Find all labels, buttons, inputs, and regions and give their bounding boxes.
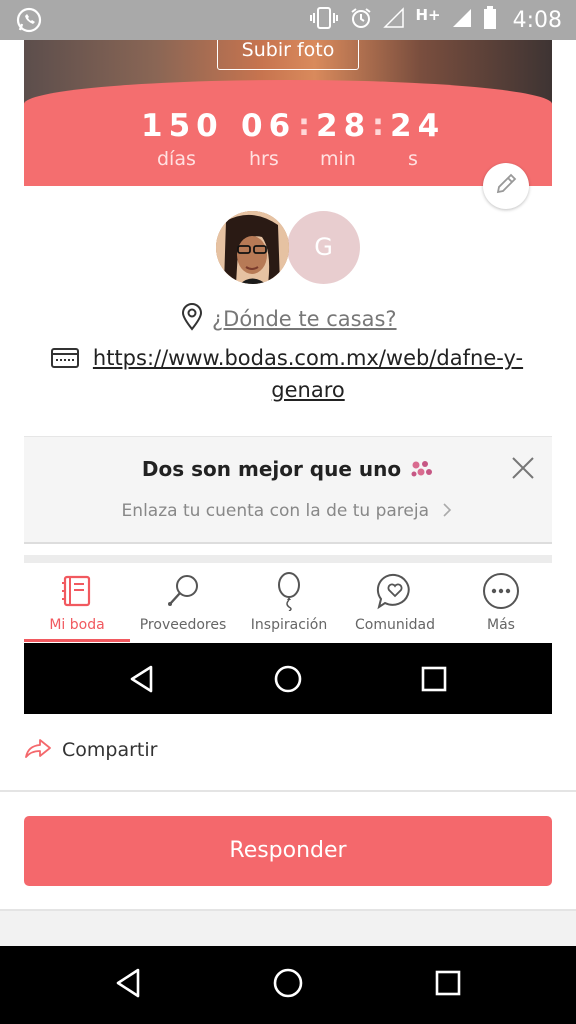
partner-avatar[interactable]: G — [287, 211, 360, 284]
tab-mi-boda[interactable]: Mi boda — [24, 563, 130, 643]
countdown-seconds-label: s — [408, 148, 418, 170]
balloon-icon — [269, 571, 309, 612]
alarm-icon — [349, 6, 373, 34]
location-pin-icon — [180, 303, 204, 335]
link-partner-subtitle-text: Enlaza tu cuenta con la de tu pareja — [121, 501, 430, 521]
tab-label: Más — [487, 617, 515, 633]
link-partner-title: Dos son mejor que uno — [24, 457, 552, 481]
share-arrow-icon — [24, 737, 52, 763]
notebook-icon — [57, 571, 97, 611]
link-partner-subtitle[interactable]: Enlaza tu cuenta con la de tu pareja — [24, 501, 552, 521]
hearts-icon — [408, 457, 434, 481]
divider — [0, 790, 576, 792]
recents-button[interactable] — [408, 946, 488, 1024]
share-button[interactable]: Compartir — [24, 734, 157, 766]
status-bar: H+ 4:08 — [0, 0, 576, 40]
web-card-icon — [50, 346, 80, 374]
wedding-location-link[interactable]: ¿Dónde te casas? — [180, 303, 397, 335]
tab-mas[interactable]: Más — [448, 563, 554, 643]
signal-empty-icon — [383, 7, 405, 33]
tab-inspiracion[interactable]: Inspiración — [236, 563, 342, 643]
countdown-minutes: 28 — [316, 108, 372, 144]
recents-icon — [394, 643, 474, 714]
chevron-right-icon — [434, 501, 454, 521]
network-type: H+ — [415, 6, 441, 24]
countdown-hours-label: hrs — [249, 148, 279, 170]
home-button[interactable] — [248, 946, 328, 1024]
couple-avatars: G — [216, 211, 366, 285]
page-footer-strip — [0, 911, 576, 946]
countdown-separator: : — [372, 108, 384, 143]
search-icon — [163, 571, 203, 611]
card-divider — [24, 555, 552, 563]
screen: H+ 4:08 Subir foto 150 06 : 28 : 24 días… — [0, 0, 576, 1024]
vibrate-icon — [309, 6, 339, 34]
reply-button[interactable]: Responder — [24, 816, 552, 886]
bottom-tab-bar: Mi boda Proveedores Inspiración Comunida… — [24, 563, 552, 643]
home-icon — [248, 643, 328, 714]
embedded-nav-bar — [24, 643, 552, 714]
home-icon — [272, 967, 304, 1003]
countdown-seconds: 24 — [390, 108, 446, 144]
share-label: Compartir — [62, 739, 158, 761]
countdown-separator: : — [298, 108, 310, 143]
more-icon — [481, 571, 521, 611]
active-tab-indicator — [24, 639, 130, 642]
countdown-hours: 06 — [241, 108, 297, 144]
tab-comunidad[interactable]: Comunidad — [342, 563, 448, 643]
user-avatar[interactable] — [216, 211, 289, 284]
back-icon — [113, 967, 143, 1003]
tab-proveedores[interactable]: Proveedores — [130, 563, 236, 643]
edit-button[interactable] — [483, 163, 529, 209]
link-partner-card[interactable]: Dos son mejor que uno Enlaza tu cuenta c… — [24, 436, 552, 544]
wedding-website-url[interactable]: https://www.bodas.com.mx/web/dafne-y-gen… — [88, 342, 528, 406]
battery-icon — [483, 6, 497, 34]
upload-photo-button[interactable]: Subir foto — [217, 40, 359, 70]
whatsapp-icon — [16, 7, 42, 33]
wedding-location-label[interactable]: ¿Dónde te casas? — [212, 307, 397, 331]
clock: 4:08 — [512, 7, 562, 33]
countdown-days: 150 — [141, 108, 224, 144]
signal-icon — [451, 7, 473, 33]
system-nav-bar — [0, 946, 576, 1024]
countdown: 150 06 : 28 : 24 días hrs min s — [24, 108, 552, 186]
back-button[interactable] — [88, 946, 168, 1024]
countdown-days-label: días — [157, 148, 196, 170]
link-partner-title-text: Dos son mejor que uno — [141, 457, 402, 481]
recents-icon — [433, 968, 463, 1002]
back-icon — [102, 643, 182, 714]
wedding-website-link[interactable]: https://www.bodas.com.mx/web/dafne-y-gen… — [50, 342, 530, 406]
close-icon[interactable] — [510, 455, 536, 481]
status-icons: H+ 4:08 — [309, 0, 562, 40]
pencil-icon — [493, 171, 519, 201]
chat-heart-icon — [375, 571, 415, 611]
countdown-minutes-label: min — [320, 148, 356, 170]
hero-banner: Subir foto 150 06 : 28 : 24 días hrs min… — [24, 40, 552, 186]
